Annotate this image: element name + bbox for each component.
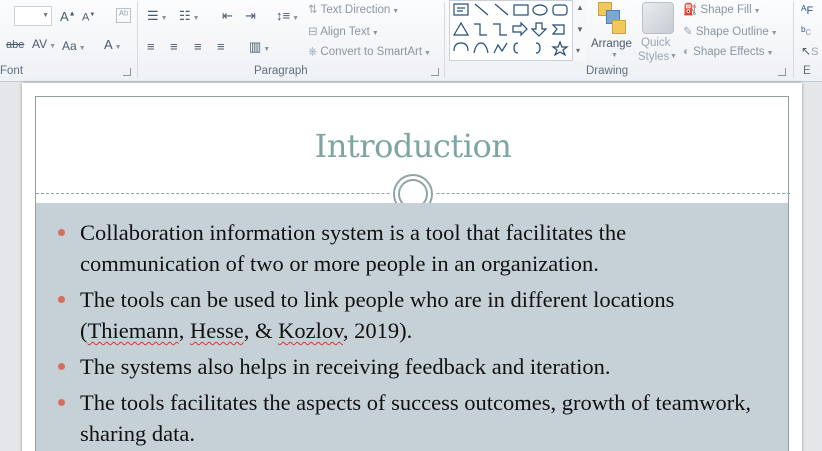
spellcheck-word: Kozlov bbox=[278, 318, 343, 343]
content-placeholder[interactable]: Collaboration information system is a to… bbox=[36, 203, 788, 451]
shape-effects-button[interactable]: ◐ Shape Effects ▼ bbox=[683, 46, 774, 58]
font-size-box[interactable]: ▼ bbox=[14, 6, 52, 26]
shapes-gallery-icons bbox=[452, 3, 569, 57]
line-spacing-icon[interactable]: ↕≡ ▼ bbox=[276, 9, 299, 22]
spellcheck-word: Thiemann bbox=[87, 318, 179, 343]
quick-styles-line2[interactable]: Styles bbox=[638, 50, 669, 64]
text-direction-button[interactable]: ⇅ Text Direction ▼ bbox=[308, 2, 399, 16]
shape-outline-button[interactable]: ✎ Shape Outline ▼ bbox=[683, 24, 778, 38]
align-center-icon[interactable]: ≡ bbox=[170, 40, 178, 53]
list-item[interactable]: The systems also helps in receiving feed… bbox=[58, 351, 768, 382]
shapes-gallery[interactable] bbox=[449, 0, 585, 61]
align-right-icon[interactable]: ≡ bbox=[194, 40, 202, 53]
font-color-icon[interactable]: A ▼ bbox=[104, 38, 122, 51]
bullet-text: , bbox=[178, 318, 190, 343]
columns-icon[interactable]: ▥ ▼ bbox=[249, 40, 270, 53]
bullet-list: Collaboration information system is a to… bbox=[58, 217, 768, 451]
select-icon[interactable]: ↖S bbox=[801, 45, 818, 58]
arrange-icon[interactable] bbox=[596, 2, 630, 38]
bullet-dot-icon bbox=[58, 296, 65, 303]
chevron-down-icon: ▼ bbox=[670, 53, 677, 60]
list-item[interactable]: The tools can be used to link people who… bbox=[58, 284, 768, 346]
separator bbox=[793, 2, 794, 78]
editing-group-label: E bbox=[803, 65, 811, 77]
font-dialog-launcher-icon[interactable] bbox=[123, 68, 131, 76]
convert-smartart-button[interactable]: ⎈ Convert to SmartArt ▼ bbox=[308, 46, 431, 59]
clear-formatting-icon[interactable]: ᴬᵇ bbox=[116, 8, 132, 23]
bullet-text: , & bbox=[243, 318, 279, 343]
chevron-down-icon[interactable]: ▼ bbox=[42, 12, 49, 19]
drawing-group-label: Drawing bbox=[586, 65, 629, 77]
shape-fill-button[interactable]: ⛽ Shape Fill ▼ bbox=[683, 2, 761, 16]
list-item[interactable]: Collaboration information system is a to… bbox=[58, 217, 768, 279]
bullet-text: The systems also helps in receiving feed… bbox=[80, 354, 611, 379]
arrange-button[interactable]: Arrange bbox=[591, 37, 632, 51]
font-group-label: Font bbox=[0, 65, 24, 77]
decrease-indent-icon[interactable]: ⇤ bbox=[222, 9, 233, 22]
gallery-more-icon[interactable]: ▾ bbox=[576, 46, 580, 55]
bullet-text: Collaboration information system is a to… bbox=[80, 220, 627, 276]
slide-title[interactable]: Introduction bbox=[36, 127, 790, 165]
ribbon: ▼ A▲ A▼ ᴬᵇ abe AV ▼ Aa ▼ A ▼ Font ☰ ▼ ☷ ▼ ⇤ ⇥… bbox=[0, 0, 822, 82]
increase-indent-icon[interactable]: ⇥ bbox=[245, 9, 256, 22]
smartart-icon: ⎈ bbox=[308, 46, 321, 58]
list-item[interactable]: The tools facilitates the aspects of suc… bbox=[58, 387, 768, 449]
separator bbox=[444, 2, 445, 78]
gallery-up-icon[interactable]: ▲ bbox=[576, 3, 584, 12]
paint-bucket-icon: ⛽ bbox=[683, 4, 701, 16]
spellcheck-word: Hesse bbox=[189, 318, 244, 343]
align-text-icon: ⊟ bbox=[308, 26, 321, 38]
numbering-icon[interactable]: ☷ ▼ bbox=[179, 9, 200, 22]
align-text-button[interactable]: ⊟ Align Text ▼ bbox=[308, 24, 379, 38]
find-icon[interactable]: ᴬF bbox=[801, 4, 813, 17]
grow-font-icon[interactable]: A▲ bbox=[60, 10, 76, 23]
paragraph-group-label: Paragraph bbox=[254, 65, 308, 77]
shrink-font-icon[interactable]: A▼ bbox=[82, 12, 95, 24]
replace-icon[interactable]: ᵇc bbox=[801, 25, 811, 38]
character-spacing-icon[interactable]: AV ▼ bbox=[32, 38, 56, 50]
gallery-down-icon[interactable]: ▼ bbox=[576, 25, 584, 34]
align-left-icon[interactable]: ≡ bbox=[147, 40, 155, 53]
gallery-scroll[interactable]: ▲ ▼ ▾ bbox=[572, 0, 586, 61]
bullet-text: , 2019). bbox=[342, 318, 413, 343]
chevron-down-icon: ▼ bbox=[611, 52, 618, 59]
text-direction-icon: ⇅ bbox=[308, 4, 321, 16]
bullet-dot-icon bbox=[58, 229, 65, 236]
slide[interactable]: Introduction Collaboration information s… bbox=[22, 83, 802, 451]
bullets-icon[interactable]: ☰ ▼ bbox=[147, 9, 168, 22]
quick-styles-icon[interactable] bbox=[642, 2, 674, 34]
strikethrough-icon[interactable]: abe bbox=[6, 40, 24, 51]
drawing-dialog-launcher-icon[interactable] bbox=[778, 68, 786, 76]
separator bbox=[137, 2, 138, 78]
bullet-dot-icon bbox=[58, 363, 65, 370]
bullet-text: The tools facilitates the aspects of suc… bbox=[80, 390, 752, 446]
justify-icon[interactable]: ≡ bbox=[217, 40, 225, 53]
bullet-dot-icon bbox=[58, 399, 65, 406]
quick-styles-line1[interactable]: Quick bbox=[641, 36, 670, 50]
pencil-icon: ✎ bbox=[683, 26, 696, 38]
effects-icon: ◐ bbox=[683, 46, 694, 58]
slide-frame: Introduction Collaboration information s… bbox=[35, 96, 790, 451]
change-case-icon[interactable]: Aa ▼ bbox=[62, 40, 86, 52]
paragraph-dialog-launcher-icon[interactable] bbox=[431, 68, 439, 76]
